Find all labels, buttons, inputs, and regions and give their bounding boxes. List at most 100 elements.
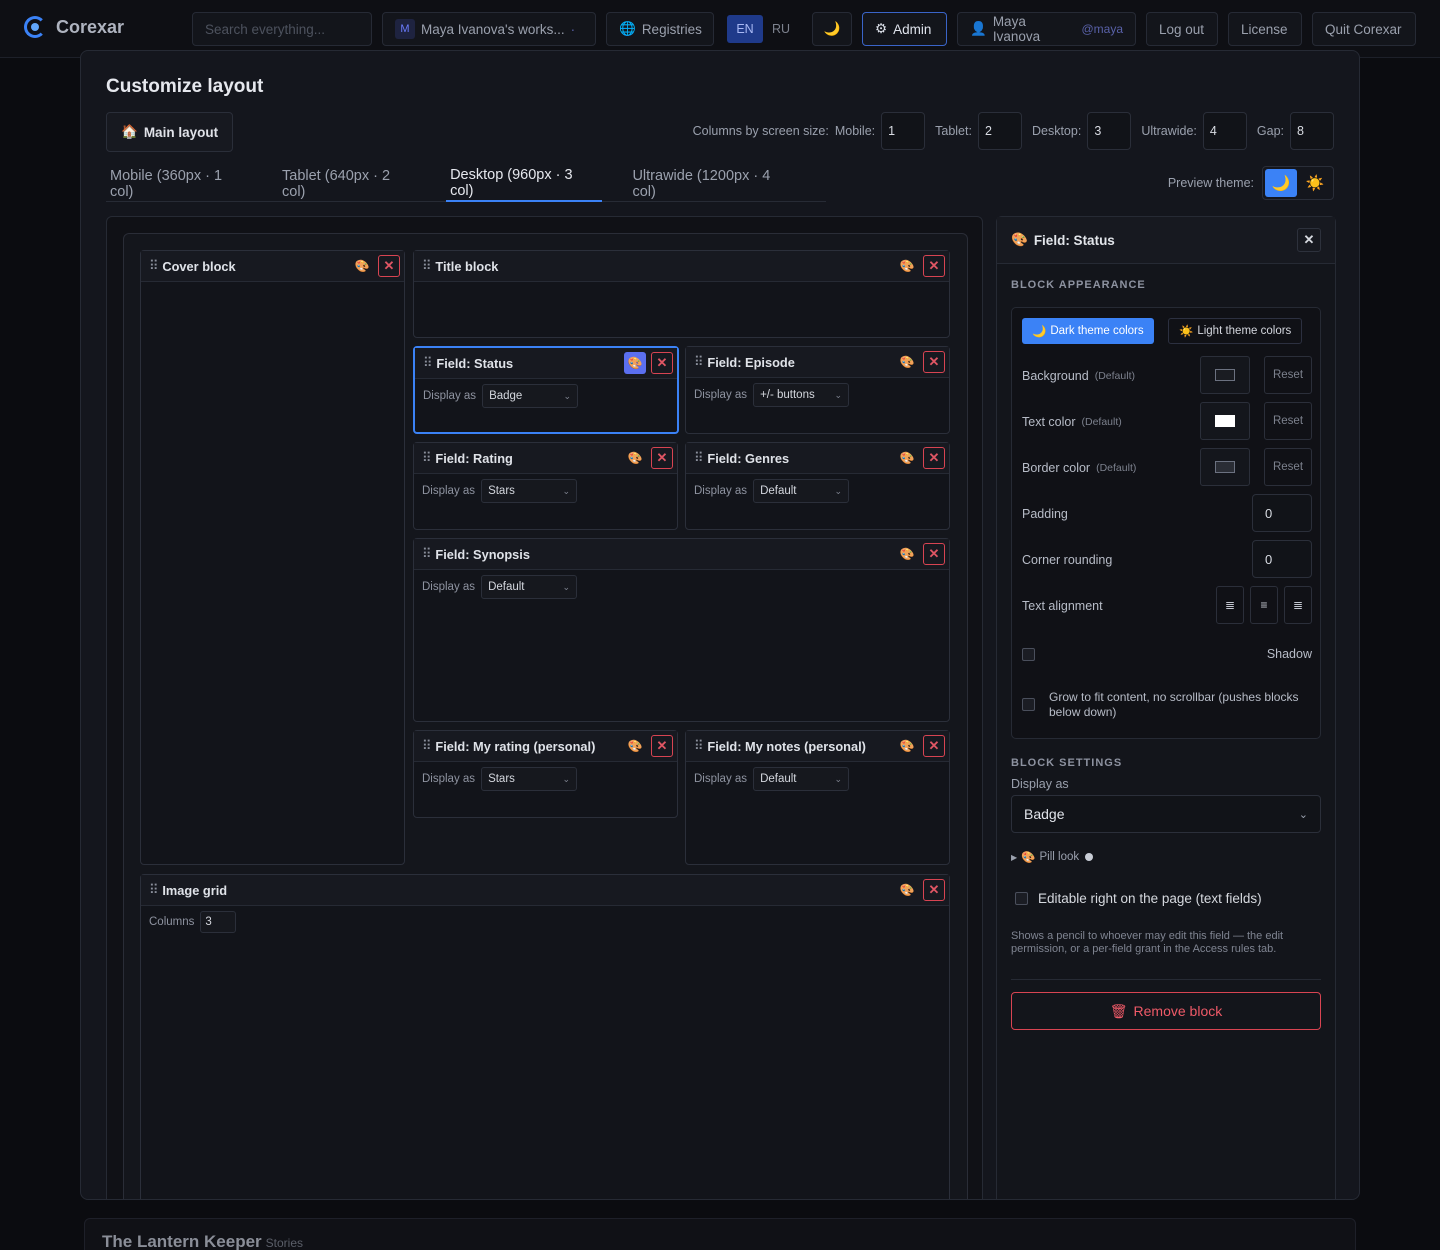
gap-input[interactable]: 8 (1290, 112, 1334, 150)
corner-rounding-input[interactable]: 0 (1252, 540, 1312, 578)
lang-en[interactable]: EN (727, 15, 763, 43)
padding-input[interactable]: 0 (1252, 494, 1312, 532)
block-title-block[interactable]: ⠿ Title block 🎨 ✕ (413, 250, 950, 338)
block-header[interactable]: ⠿ Image grid 🎨 ✕ (141, 875, 949, 906)
mobile-cols-input[interactable]: 1 (881, 112, 926, 150)
drag-handle-icon[interactable]: ⠿ (423, 355, 432, 371)
block-synopsis[interactable]: ⠿ Field: Synopsis 🎨 ✕ Display as Default… (413, 538, 950, 722)
palette-icon[interactable]: 🎨 (351, 255, 373, 277)
tab-ultrawide[interactable]: Ultrawide (1200px · 4 col) (628, 166, 800, 202)
block-header[interactable]: ⠿ Field: Rating 🎨 ✕ (414, 443, 677, 474)
border-color-reset-button[interactable]: Reset (1264, 448, 1312, 486)
logout-button[interactable]: Log out (1146, 12, 1218, 46)
registries-button[interactable]: 🌐 Registries (606, 12, 714, 46)
editable-checkbox[interactable] (1015, 892, 1028, 905)
desktop-cols-input[interactable]: 3 (1087, 112, 1132, 150)
block-genres[interactable]: ⠿ Field: Genres 🎨 ✕ Display as Default ⌄ (685, 442, 950, 530)
palette-icon[interactable]: 🎨 (896, 879, 918, 901)
text-color-swatch[interactable] (1200, 402, 1250, 440)
pill-look-disclosure[interactable]: ▶ 🎨 Pill look (1011, 850, 1094, 864)
display-as-select[interactable]: Default ⌄ (753, 767, 850, 791)
tab-desktop[interactable]: Desktop (960px · 3 col) (446, 166, 603, 202)
block-status[interactable]: ⠿ Field: Status 🎨 ✕ Display as Badge ⌄ (413, 346, 679, 434)
close-panel-button[interactable]: ✕ (1297, 228, 1321, 252)
block-header[interactable]: ⠿ Cover block 🎨 ✕ (141, 251, 404, 282)
block-header[interactable]: ⠿ Field: Genres 🎨 ✕ (686, 443, 949, 474)
block-rating[interactable]: ⠿ Field: Rating 🎨 ✕ Display as Stars ⌄ (413, 442, 678, 530)
block-my-notes[interactable]: ⠿ Field: My notes (personal) 🎨 ✕ Display… (685, 730, 950, 865)
palette-icon[interactable]: 🎨 (624, 735, 646, 757)
license-button[interactable]: License (1228, 12, 1302, 46)
display-as-select[interactable]: Stars ⌄ (481, 479, 578, 503)
close-icon[interactable]: ✕ (923, 447, 945, 469)
block-episode[interactable]: ⠿ Field: Episode 🎨 ✕ Display as +/- butt… (685, 346, 950, 434)
quit-button[interactable]: Quit Corexar (1312, 12, 1416, 46)
block-cover[interactable]: ⠿ Cover block 🎨 ✕ (140, 250, 405, 865)
block-header[interactable]: ⠿ Title block 🎨 ✕ (414, 251, 949, 282)
close-icon[interactable]: ✕ (923, 351, 945, 373)
palette-icon[interactable]: 🎨 (624, 447, 646, 469)
user-menu[interactable]: 👤 Maya Ivanova @maya (957, 12, 1136, 46)
close-icon[interactable]: ✕ (378, 255, 400, 277)
drag-handle-icon[interactable]: ⠿ (422, 258, 431, 274)
display-as-select[interactable]: Default ⌄ (481, 575, 578, 599)
light-theme-colors-tab[interactable]: ☀️ Light theme colors (1168, 318, 1303, 344)
drag-handle-icon[interactable]: ⠿ (149, 258, 158, 274)
drag-handle-icon[interactable]: ⠿ (422, 546, 431, 562)
drag-handle-icon[interactable]: ⠿ (422, 738, 431, 754)
block-header[interactable]: ⠿ Field: Episode 🎨 ✕ (686, 347, 949, 378)
block-image-grid[interactable]: ⠿ Image grid 🎨 ✕ Columns 3 (140, 874, 950, 1199)
admin-button[interactable]: ⚙ Admin (862, 12, 947, 46)
align-center-icon[interactable]: ≡ (1250, 586, 1278, 624)
text-color-reset-button[interactable]: Reset (1264, 402, 1312, 440)
shadow-checkbox[interactable] (1022, 647, 1035, 661)
display-as-select[interactable]: Badge ⌄ (482, 384, 579, 408)
align-right-icon[interactable]: ≣ (1284, 586, 1312, 624)
workspace-switcher[interactable]: M Maya Ivanova's works... · (382, 12, 596, 46)
drag-handle-icon[interactable]: ⠿ (149, 882, 158, 898)
display-as-select[interactable]: Stars ⌄ (481, 767, 578, 791)
background-reset-button[interactable]: Reset (1264, 356, 1312, 394)
display-as-select[interactable]: Default ⌄ (753, 479, 850, 503)
block-header[interactable]: ⠿ Field: My notes (personal) 🎨 ✕ (686, 731, 949, 762)
dark-theme-colors-tab[interactable]: 🌙 Dark theme colors (1022, 318, 1154, 344)
preview-dark-button[interactable]: 🌙 (1265, 169, 1297, 197)
close-icon[interactable]: ✕ (651, 735, 673, 757)
display-as-select[interactable]: Badge ⌄ (1011, 795, 1321, 833)
main-layout-button[interactable]: 🏠 Main layout (106, 112, 234, 152)
background-swatch[interactable] (1200, 356, 1250, 394)
search-input[interactable]: Search everything... (192, 12, 372, 46)
close-icon[interactable]: ✕ (923, 735, 945, 757)
block-my-rating[interactable]: ⠿ Field: My rating (personal) 🎨 ✕ Displa… (413, 730, 678, 818)
block-header[interactable]: ⠿ Field: Status 🎨 ✕ (415, 348, 677, 379)
palette-icon[interactable]: 🎨 (896, 351, 918, 373)
lang-ru[interactable]: RU (763, 15, 799, 43)
palette-icon[interactable]: 🎨 (624, 352, 646, 374)
app-logo[interactable]: Corexar (24, 16, 124, 38)
palette-icon[interactable]: 🎨 (896, 447, 918, 469)
close-icon[interactable]: ✕ (923, 879, 945, 901)
close-icon[interactable]: ✕ (923, 543, 945, 565)
palette-icon[interactable]: 🎨 (896, 543, 918, 565)
block-header[interactable]: ⠿ Field: My rating (personal) 🎨 ✕ (414, 731, 677, 762)
palette-icon[interactable]: 🎨 (896, 255, 918, 277)
display-as-select[interactable]: +/- buttons ⌄ (753, 383, 850, 407)
image-grid-columns-input[interactable]: 3 (200, 911, 237, 933)
tablet-cols-input[interactable]: 2 (977, 112, 1022, 150)
tab-mobile[interactable]: Mobile (360px · 1 col) (106, 166, 252, 202)
remove-block-button[interactable]: 🗑 Remove block (1011, 992, 1321, 1030)
drag-handle-icon[interactable]: ⠿ (422, 450, 431, 466)
palette-icon[interactable]: 🎨 (896, 735, 918, 757)
close-icon[interactable]: ✕ (923, 255, 945, 277)
theme-toggle[interactable]: 🌙 (812, 12, 852, 46)
border-color-swatch[interactable] (1200, 448, 1250, 486)
drag-handle-icon[interactable]: ⠿ (694, 738, 703, 754)
close-icon[interactable]: ✕ (651, 447, 673, 469)
drag-handle-icon[interactable]: ⠿ (694, 450, 703, 466)
grow-checkbox[interactable] (1022, 698, 1035, 711)
drag-handle-icon[interactable]: ⠿ (694, 354, 703, 370)
tab-tablet[interactable]: Tablet (640px · 2 col) (278, 166, 420, 202)
block-header[interactable]: ⠿ Field: Synopsis 🎨 ✕ (414, 539, 949, 570)
close-icon[interactable]: ✕ (651, 352, 673, 374)
align-left-icon[interactable]: ≣ (1216, 586, 1244, 624)
